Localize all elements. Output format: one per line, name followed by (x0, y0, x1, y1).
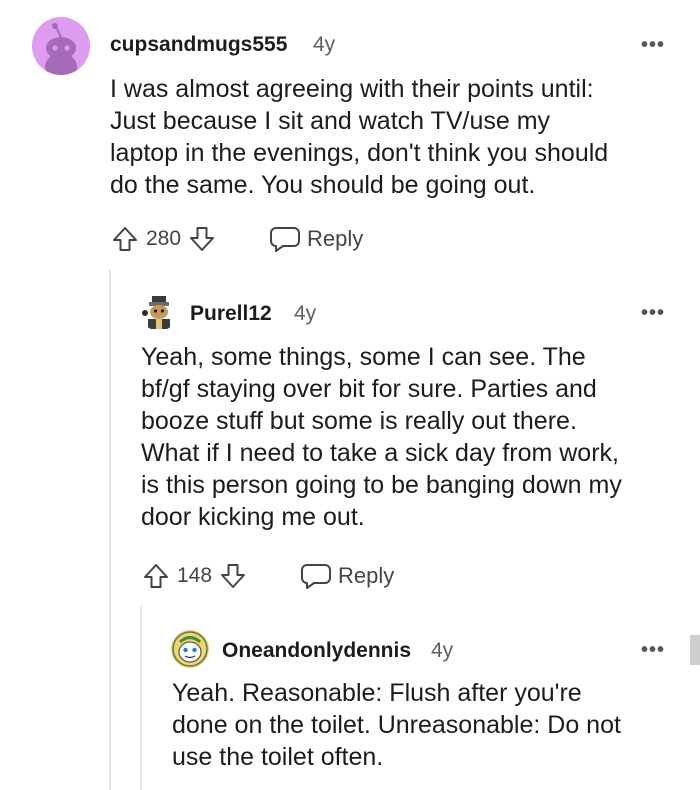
comment-line: booze stuff but some is really out there… (141, 407, 577, 435)
comment-line: done on the toilet. Unreasonable: Do not (172, 711, 621, 739)
reply-label: Reply (338, 563, 395, 588)
comment-actions: 280 Reply (110, 224, 363, 254)
comment-body: Yeah, some things, some I can see. The b… (141, 341, 686, 533)
thread-line-level-1[interactable] (109, 270, 111, 790)
comment-body: Yeah. Reasonable: Flush after you're don… (172, 677, 682, 773)
thread-line-level-2[interactable] (140, 605, 142, 790)
comment-username[interactable]: Oneandonlydennis (222, 639, 411, 663)
user-avatar[interactable] (32, 17, 90, 75)
reply-button[interactable]: Reply (300, 561, 394, 591)
reply-label: Reply (307, 226, 364, 251)
custom-avatar-icon (142, 296, 170, 329)
comment-age: 4y (313, 33, 336, 56)
vote-count: 280 (146, 227, 182, 250)
comment-username[interactable]: cupsandmugs555 (110, 33, 287, 57)
custom-avatar-icon (172, 631, 208, 667)
comment-line: Just because I sit and watch TV/use my (110, 107, 551, 135)
comment-line: do the same. You should be going out. (110, 171, 536, 199)
comment-username[interactable]: Purell12 (190, 302, 272, 326)
user-avatar[interactable] (171, 630, 209, 668)
comment-line: What if I need to take a sick day from w… (141, 439, 619, 467)
comment-line: Yeah, some things, some I can see. The (141, 343, 586, 371)
speech-bubble-icon (300, 561, 332, 591)
comment-line: use the toilet often. (172, 743, 384, 771)
more-options-icon[interactable]: ••• (641, 640, 665, 660)
downvote-icon[interactable] (218, 561, 248, 591)
reply-button[interactable]: Reply (269, 224, 363, 254)
upvote-icon[interactable] (141, 561, 171, 591)
comment-line: door kicking me out. (141, 503, 365, 531)
more-options-icon[interactable]: ••• (641, 303, 665, 323)
user-avatar[interactable] (140, 293, 178, 331)
snoo-avatar-icon (45, 23, 77, 75)
downvote-icon[interactable] (187, 224, 217, 254)
comment-line: Yeah. Reasonable: Flush after you're (172, 679, 582, 707)
vote-count: 148 (177, 564, 213, 587)
comment-body: I was almost agreeing with their points … (110, 73, 680, 201)
comment-line: bf/gf staying over bit for sure. Parties… (141, 375, 597, 403)
comment-line: is this person going to be banging down … (141, 471, 622, 499)
comment-line: laptop in the evenings, don't think you … (110, 139, 609, 167)
comment-line: I was almost agreeing with their points … (110, 75, 594, 103)
scrollbar-thumb[interactable] (690, 635, 700, 665)
more-options-icon[interactable]: ••• (641, 35, 665, 55)
comment-actions: 148 Reply (141, 561, 394, 591)
speech-bubble-icon (269, 224, 301, 254)
upvote-icon[interactable] (110, 224, 140, 254)
comment-age: 4y (294, 302, 317, 325)
comment-age: 4y (431, 639, 454, 662)
